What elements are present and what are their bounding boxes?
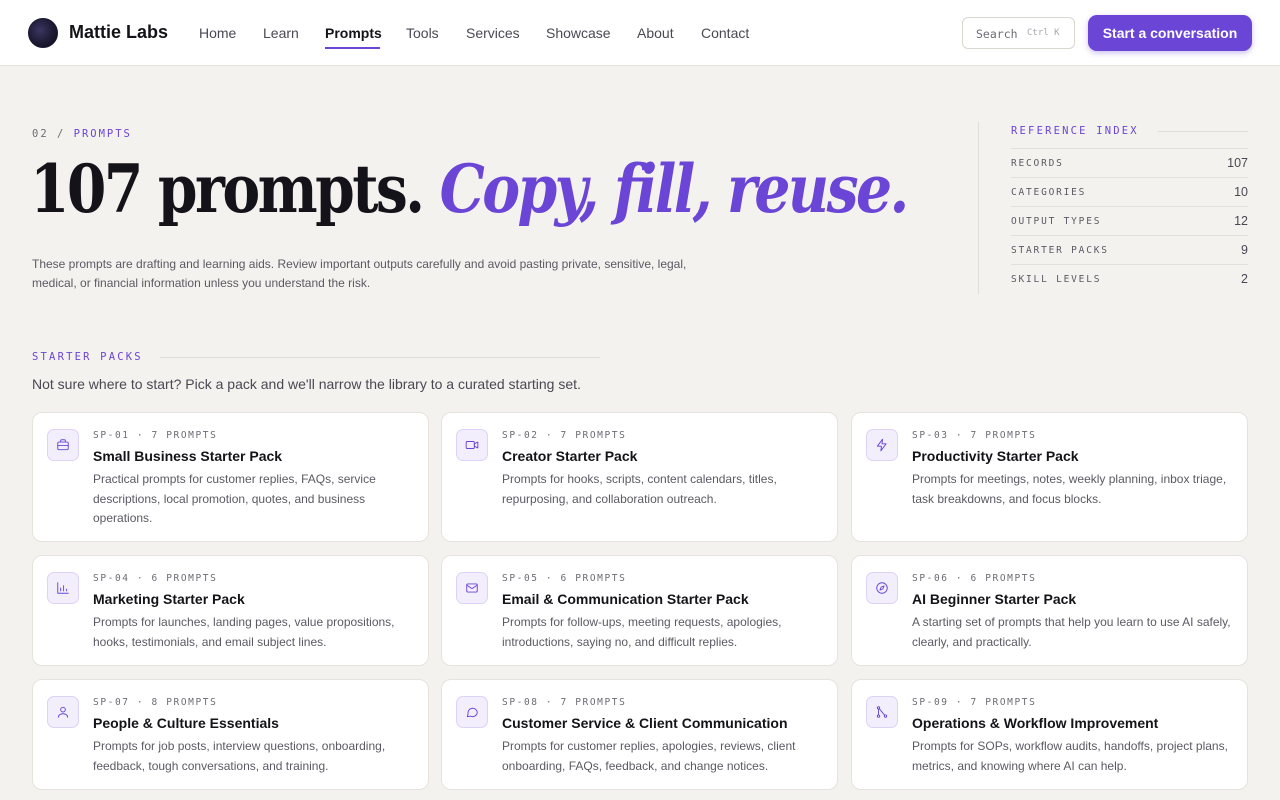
pack-title: Marketing Starter Pack	[93, 591, 245, 607]
nav-link-home[interactable]: Home	[199, 25, 236, 41]
brand-name[interactable]: Mattie Labs	[69, 22, 168, 43]
page-title: 107 prompts. Copy, fill, reuse.	[30, 150, 910, 228]
pack-description: Prompts for hooks, scripts, content cale…	[502, 472, 777, 506]
user-icon	[47, 696, 79, 728]
search-label: Search	[976, 27, 1018, 41]
pack-title: Small Business Starter Pack	[93, 448, 283, 464]
reference-title-rule	[1158, 131, 1248, 132]
nav-link-tools[interactable]: Tools	[406, 25, 439, 41]
reference-row: RECORDS 107	[1011, 148, 1248, 177]
pack-description: Prompts for customer replies, apologies,…	[502, 739, 796, 773]
pack-meta: SP-05 · 6 PROMPTS	[502, 573, 627, 584]
logo-icon[interactable]	[28, 18, 58, 48]
reference-value: 12	[1234, 214, 1248, 228]
reference-row: OUTPUT TYPES 12	[1011, 206, 1248, 235]
starter-pack-card[interactable]: SP-02 · 7 PROMPTS Creator Starter Pack P…	[441, 412, 838, 542]
starter-pack-card[interactable]: SP-06 · 6 PROMPTS AI Beginner Starter Pa…	[851, 555, 1248, 666]
pack-meta: SP-06 · 6 PROMPTS	[912, 573, 1037, 584]
starter-pack-card[interactable]: SP-07 · 8 PROMPTS People & Culture Essen…	[32, 679, 429, 790]
reference-key: STARTER PACKS	[1011, 245, 1109, 256]
pack-title: Creator Starter Pack	[502, 448, 638, 464]
starter-pack-card[interactable]: SP-05 · 6 PROMPTS Email & Communication …	[441, 555, 838, 666]
start-conversation-button[interactable]: Start a conversation	[1088, 15, 1252, 51]
starter-packs-heading: STARTER PACKS	[32, 351, 143, 363]
reference-key: SKILL LEVELS	[1011, 274, 1102, 285]
pack-description: A starting set of prompts that help you …	[912, 615, 1231, 649]
pack-meta: SP-03 · 7 PROMPTS	[912, 430, 1037, 441]
video-icon	[456, 429, 488, 461]
pack-meta: SP-08 · 7 PROMPTS	[502, 697, 627, 708]
pack-title: AI Beginner Starter Pack	[912, 591, 1077, 607]
reference-row: CATEGORIES 10	[1011, 177, 1248, 206]
search-shortcut: Ctrl K	[1027, 28, 1060, 38]
reference-index-title: REFERENCE INDEX	[1011, 125, 1139, 137]
chat-bubble-icon	[456, 696, 488, 728]
pack-title: Email & Communication Starter Pack	[502, 591, 749, 607]
starter-pack-card[interactable]: SP-08 · 7 PROMPTS Customer Service & Cli…	[441, 679, 838, 790]
mail-icon	[456, 572, 488, 604]
nav-link-learn[interactable]: Learn	[263, 25, 299, 41]
reference-value: 9	[1241, 243, 1248, 257]
section-rule	[160, 357, 600, 358]
eyebrow-number: 02 /	[32, 128, 66, 140]
pack-description: Prompts for SOPs, workflow audits, hando…	[912, 739, 1228, 773]
pack-description: Prompts for follow-ups, meeting requests…	[502, 615, 782, 649]
pack-description: Prompts for job posts, interview questio…	[93, 739, 386, 773]
pack-title: Customer Service & Client Communication	[502, 715, 788, 731]
reference-divider	[978, 122, 979, 294]
starter-pack-card[interactable]: SP-09 · 7 PROMPTS Operations & Workflow …	[851, 679, 1248, 790]
pack-description: Prompts for meetings, notes, weekly plan…	[912, 472, 1227, 506]
briefcase-icon	[47, 429, 79, 461]
title-accent: Copy, fill, reuse.	[439, 150, 910, 228]
starter-pack-card[interactable]: SP-03 · 7 PROMPTS Productivity Starter P…	[851, 412, 1248, 542]
reference-value: 107	[1227, 156, 1248, 170]
workflow-icon	[866, 696, 898, 728]
page-description: These prompts are drafting and learning …	[32, 257, 687, 290]
pack-title: People & Culture Essentials	[93, 715, 279, 731]
pack-title: Productivity Starter Pack	[912, 448, 1079, 464]
starter-pack-card[interactable]: SP-01 · 7 PROMPTS Small Business Starter…	[32, 412, 429, 542]
pack-meta: SP-09 · 7 PROMPTS	[912, 697, 1037, 708]
reference-key: OUTPUT TYPES	[1011, 216, 1102, 227]
eyebrow-label: PROMPTS	[73, 128, 132, 140]
pack-meta: SP-07 · 8 PROMPTS	[93, 697, 218, 708]
reference-value: 2	[1241, 272, 1248, 286]
active-nav-indicator	[325, 47, 380, 49]
reference-key: CATEGORIES	[1011, 187, 1087, 198]
nav-link-prompts[interactable]: Prompts	[325, 25, 382, 41]
nav-link-about[interactable]: About	[637, 25, 674, 41]
search-button[interactable]: Search Ctrl K	[962, 17, 1075, 49]
compass-icon	[866, 572, 898, 604]
nav-link-showcase[interactable]: Showcase	[546, 25, 611, 41]
pack-title: Operations & Workflow Improvement	[912, 715, 1159, 731]
nav-link-services[interactable]: Services	[466, 25, 520, 41]
lightning-icon	[866, 429, 898, 461]
top-nav: Mattie Labs Home Learn Prompts Tools Ser…	[0, 0, 1280, 66]
reference-value: 10	[1234, 185, 1248, 199]
pack-meta: SP-02 · 7 PROMPTS	[502, 430, 627, 441]
pack-description: Prompts for launches, landing pages, val…	[93, 615, 395, 649]
pack-meta: SP-01 · 7 PROMPTS	[93, 430, 218, 441]
starter-pack-card[interactable]: SP-04 · 6 PROMPTS Marketing Starter Pack…	[32, 555, 429, 666]
page-eyebrow: 02 / PROMPTS	[32, 128, 132, 140]
pack-meta: SP-04 · 6 PROMPTS	[93, 573, 218, 584]
pack-description: Practical prompts for customer replies, …	[93, 472, 376, 525]
starter-packs-subtitle: Not sure where to start? Pick a pack and…	[32, 376, 581, 392]
reference-row: STARTER PACKS 9	[1011, 235, 1248, 264]
reference-row: SKILL LEVELS 2	[1011, 264, 1248, 293]
title-plain: 107 prompts.	[30, 150, 425, 228]
bar-chart-icon	[47, 572, 79, 604]
nav-link-contact[interactable]: Contact	[701, 25, 749, 41]
reference-key: RECORDS	[1011, 158, 1064, 169]
